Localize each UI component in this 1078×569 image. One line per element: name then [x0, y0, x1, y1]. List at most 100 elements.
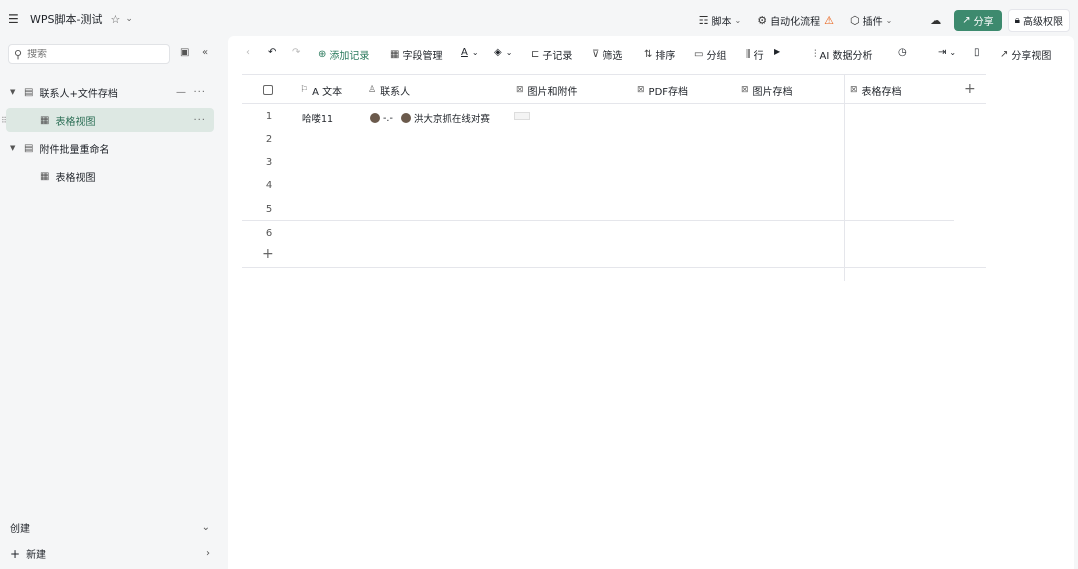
sub-record-icon: ⊏ [531, 49, 540, 60]
avatar [400, 113, 411, 123]
paint-bucket-icon: ◈ [494, 47, 502, 58]
add-column-icon[interactable]: + [964, 81, 976, 97]
flag-icon: ⚐ [300, 85, 309, 95]
star-icon[interactable]: ☆ [110, 13, 120, 26]
table-row[interactable]: 3 [242, 151, 954, 174]
chevron-right-icon[interactable]: › [206, 548, 210, 559]
collapse-all-icon[interactable]: ▣ [180, 47, 189, 58]
row-number: 3 [265, 157, 273, 168]
more-icon[interactable]: ··· [193, 115, 206, 126]
fill-color-button[interactable]: ◈ ⌄ [494, 47, 512, 58]
text-color-button[interactable]: A ⌄ [461, 47, 479, 58]
column-header-table[interactable]: ⊠ 表格存档 [850, 75, 902, 105]
search-icon: ⚲ [14, 47, 23, 61]
ai-analysis-label: AI 数据分析 [819, 51, 873, 62]
column-header-attachment[interactable]: ⊠ 图片和附件 [516, 75, 578, 105]
chevron-down-icon: ⌄ [885, 16, 893, 25]
table-row[interactable]: 1 哈喽11 -.- 洪大京抓在线对赛 [242, 105, 954, 128]
table-icon: ▤ [24, 86, 34, 98]
plugin-icon: ⬡ [849, 14, 860, 27]
table-row[interactable]: 5 [242, 198, 954, 221]
export-button[interactable]: ⇥ ⌄ [938, 47, 956, 58]
column-header-text[interactable]: ⚐ A 文本 [300, 75, 342, 105]
ai-chart-icon: ⫶ [814, 49, 817, 60]
add-record-button[interactable]: ⊕ 添加记录 [318, 47, 369, 62]
column-header-contact[interactable]: ♙ 联系人 [368, 75, 410, 105]
attachment-thumbnail[interactable] [514, 112, 530, 120]
share-button[interactable]: ↗ 分享 [954, 10, 1002, 31]
sidebar-item-table-view-1[interactable]: ⠿ ▦ 表格视图 ··· [1, 108, 214, 132]
column-label: PDF存档 [648, 86, 689, 98]
create-section[interactable]: 创建 ⌄ [10, 520, 210, 535]
image-icon: ⊠ [850, 85, 858, 95]
chevron-down-icon: ⌄ [471, 48, 479, 57]
sidebar-item-batch-rename[interactable]: ▼ ▤ 附件批量重命名 [6, 136, 214, 160]
column-header-pdf[interactable]: ⊠ PDF存档 [637, 75, 688, 105]
field-manage-button[interactable]: ▦ 字段管理 [390, 47, 442, 62]
robot-icon: ⚙ [757, 14, 768, 27]
share-view-button[interactable]: ↗ 分享视图 [1000, 47, 1051, 62]
view-toolbar: ‹ ↶ ↷ ⊕ 添加记录 ▦ 字段管理 A ⌄ ◈ ⌄ ⊏ 子记录 ⊽ 筛选 ⇅… [228, 36, 1074, 72]
sidebar-item-label: 表格视图 [55, 116, 96, 128]
sort-button[interactable]: ⇅ 排序 [644, 47, 675, 62]
history-icon[interactable]: ◷ [898, 47, 907, 58]
row-height-label: 行 [753, 51, 764, 62]
script-icon: ☶ [698, 14, 709, 27]
main-panel: ‹ ↶ ↷ ⊕ 添加记录 ▦ 字段管理 A ⌄ ◈ ⌄ ⊏ 子记录 ⊽ 筛选 ⇅… [228, 36, 1074, 569]
collapse-sidebar-icon[interactable]: « [202, 47, 208, 58]
lock-icon: 🔒︎ [1014, 15, 1020, 26]
caret-down-icon[interactable]: ▼ [10, 144, 20, 152]
new-item-button[interactable]: + 新建 › [10, 546, 210, 562]
advanced-permission-button[interactable]: 🔒︎ 高级权限 [1007, 9, 1070, 32]
drag-handle-icon[interactable]: ⠿ [1, 116, 7, 125]
group-button[interactable]: ▭ 分组 [694, 47, 726, 62]
text-cell[interactable]: 哈喽11 [302, 111, 333, 125]
grid-icon: ▦ [40, 170, 50, 182]
chevron-down-icon: ⌄ [949, 48, 957, 57]
chevron-down-icon[interactable]: ⌄ [125, 14, 133, 24]
person-icon: ♙ [368, 85, 377, 95]
row-height-button[interactable]: ⫼ 行 [746, 47, 764, 62]
field-manage-label: 字段管理 [402, 51, 443, 62]
hamburger-menu-icon[interactable]: ☰ [8, 12, 20, 26]
select-all-checkbox[interactable] [263, 75, 273, 105]
caret-down-icon[interactable]: ▼ [10, 88, 20, 96]
sidebar-search[interactable]: ⚲ [8, 44, 170, 64]
contact-name: 洪大京抓在线对赛 [413, 114, 490, 125]
add-row-icon[interactable]: + [262, 246, 274, 262]
sidebar-item-table-view-2[interactable]: ▦ 表格视图 [6, 164, 214, 188]
chevron-down-icon[interactable]: ⌄ [202, 522, 210, 533]
checkbox[interactable] [263, 85, 273, 95]
row-number: 6 [265, 228, 273, 239]
table-row[interactable]: 4 [242, 174, 954, 197]
script-menu[interactable]: ☶ 脚本 ⌄ [699, 13, 742, 28]
more-tools-icon[interactable]: ▶ [774, 47, 780, 56]
ai-analysis-button[interactable]: ⫶ AI 数据分析 [814, 47, 872, 62]
filter-button[interactable]: ⊽ 筛选 [592, 47, 622, 62]
contact-cell[interactable]: -.- 洪大京抓在线对赛 [370, 111, 490, 125]
top-bar-actions: ☶ 脚本 ⌄ ⚙ 自动化流程 ⚠ ⬡ 插件 ⌄ ☁ ↗ 分享 🔒︎ 高级权限 [683, 9, 1070, 32]
table-icon: ▤ [24, 142, 34, 154]
table-row[interactable]: 2 [242, 128, 954, 151]
minimize-icon[interactable]: — [176, 87, 186, 98]
more-icon[interactable]: ··· [193, 87, 206, 98]
sidebar-item-label: 附件批量重命名 [39, 144, 110, 156]
image-icon: ⊠ [741, 85, 749, 95]
search-input[interactable] [27, 48, 148, 60]
clipboard-icon[interactable]: ▯ [974, 47, 980, 58]
table-row[interactable]: 6 [242, 222, 954, 245]
column-header-image[interactable]: ⊠ 图片存档 [741, 75, 793, 105]
attachment-cell[interactable] [514, 112, 530, 120]
sidebar-item-contacts[interactable]: ▼ ▤ 联系人+文件存档 — ··· [6, 80, 214, 104]
undo-icon[interactable]: ↶ [268, 47, 276, 58]
cloud-sync-button[interactable]: ☁ [930, 14, 944, 27]
prev-icon[interactable]: ‹ [246, 47, 250, 58]
sub-record-button[interactable]: ⊏ 子记录 [531, 47, 572, 62]
automation-menu[interactable]: ⚙ 自动化流程 ⚠ [757, 13, 834, 28]
row-height-icon: ⫼ [746, 49, 751, 60]
redo-icon[interactable]: ↷ [292, 47, 300, 58]
grid-icon: ▦ [40, 114, 50, 126]
app-title[interactable]: WPS脚本-测试 [30, 11, 102, 27]
plugin-menu[interactable]: ⬡ 插件 ⌄ [850, 13, 892, 28]
column-label: 图片存档 [752, 86, 793, 98]
